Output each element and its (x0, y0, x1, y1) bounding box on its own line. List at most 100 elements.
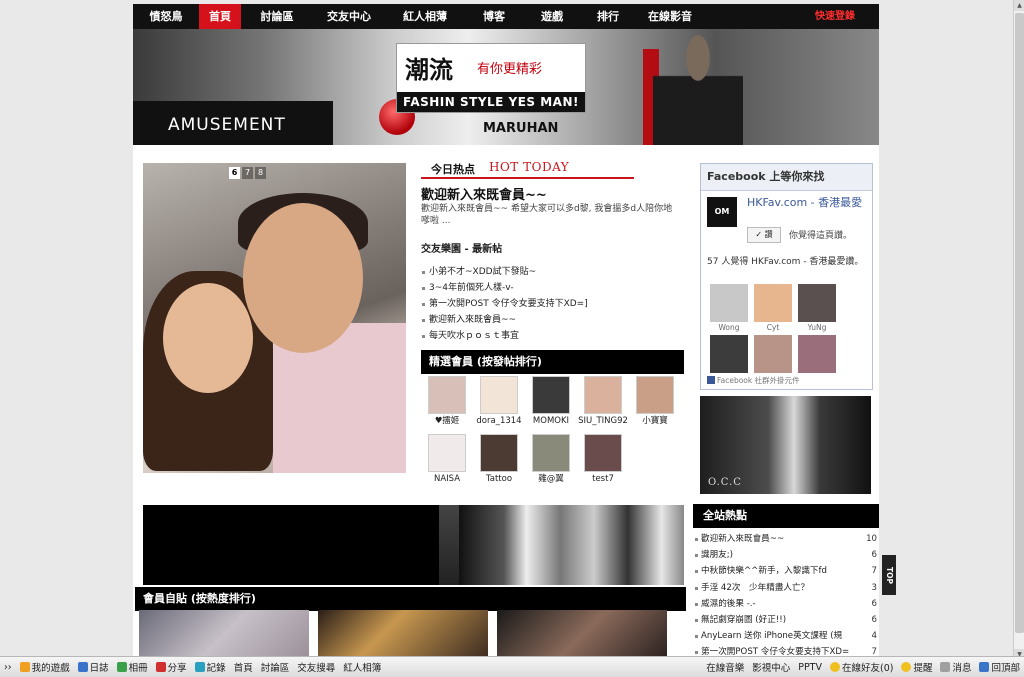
slide-page-button[interactable]: 8 (255, 167, 266, 179)
list-item[interactable]: AnyLearn 送你 iPhone英文課程 (規 4 (693, 628, 877, 644)
list-item[interactable]: 無記劇穿崩圖 (好正!!) 6 (693, 612, 877, 628)
hot-post-title[interactable]: 識朋友;) (701, 547, 863, 563)
member-post-thumbnail[interactable] (139, 610, 309, 660)
avatar[interactable] (428, 376, 466, 414)
avatar[interactable] (428, 434, 466, 472)
toolbar-my-games[interactable]: 我的遊戲 (16, 657, 74, 677)
facebook-page-icon[interactable]: OM (707, 197, 737, 227)
member-name[interactable]: 小寶寶 (629, 414, 681, 428)
hot-post-title[interactable]: 手淫 42次 少年精盡人亡？ (701, 580, 863, 596)
nav-item-dating[interactable]: 交友中心 (313, 4, 385, 29)
list-item[interactable]: 威濕的後果 -.- 6 (693, 596, 877, 612)
hot-post-title[interactable]: 歡迎新入來既會員~~ (701, 531, 863, 547)
toolbar-reminder[interactable]: 提醒 (897, 657, 936, 677)
facebook-fan[interactable] (751, 335, 795, 373)
list-item[interactable]: 中秋節快樂^^新手，入黎識下fd 7 (693, 563, 877, 579)
member-name[interactable]: SIU_TING92 (577, 414, 629, 428)
member-card[interactable]: SIU_TING92 (577, 376, 629, 428)
member-name[interactable]: 雞@翼 (525, 472, 577, 486)
nav-item-home[interactable]: 首頁 (199, 4, 241, 29)
toolbar-messages[interactable]: 消息 (936, 657, 975, 677)
back-to-top-button[interactable]: TOP (882, 555, 896, 595)
fan-name[interactable]: Wong (707, 322, 751, 333)
avatar[interactable] (754, 335, 792, 373)
toolbar-expand-icon[interactable]: ›› (0, 657, 16, 677)
slide-page-button[interactable]: 7 (242, 167, 253, 179)
scroll-up-icon[interactable]: ▲ (1014, 0, 1024, 11)
toolbar-journal[interactable]: 日誌 (74, 657, 113, 677)
member-card[interactable]: dora_1314 (473, 376, 525, 428)
toolbar-record[interactable]: 記錄 (191, 657, 230, 677)
promo-banner[interactable] (143, 505, 684, 585)
hot-post-title[interactable]: 無記劇穿崩圖 (好正!!) (701, 612, 863, 628)
list-item[interactable]: 第一次開POST 令仔令女要支持下XD=] (421, 296, 681, 312)
avatar[interactable] (532, 376, 570, 414)
facebook-fan[interactable]: YuNg (795, 284, 839, 333)
list-item[interactable]: 手淫 42次 少年精盡人亡？ 3 (693, 580, 877, 596)
toolbar-video-link[interactable]: 影視中心 (748, 657, 794, 677)
toolbar-share[interactable]: 分享 (152, 657, 191, 677)
toolbar-online-friends[interactable]: 在線好友(0) (826, 657, 897, 677)
toolbar-pptv-link[interactable]: PPTV (794, 657, 826, 677)
page-scrollbar[interactable]: ▲ ▼ (1013, 0, 1024, 660)
hot-post-title[interactable]: 威濕的後果 -.- (701, 596, 863, 612)
member-name[interactable]: ♥擂姬 (421, 414, 473, 428)
toolbar-back-top[interactable]: 回頂部 (975, 657, 1024, 677)
hot-post-title[interactable]: AnyLearn 送你 iPhone英文課程 (規 (701, 628, 863, 644)
list-item[interactable]: 3~4年前個死人樣-v- (421, 280, 681, 296)
member-name[interactable]: test7 (577, 472, 629, 486)
avatar[interactable] (584, 376, 622, 414)
facebook-fan[interactable]: Wong (707, 284, 751, 333)
avatar[interactable] (710, 335, 748, 373)
member-post-thumbnail[interactable] (318, 610, 488, 660)
member-card[interactable]: ♥擂姬 (421, 376, 473, 428)
list-item[interactable]: 歡迎新入來既會員~~ 10 (693, 531, 877, 547)
hot-post-title[interactable]: 中秋節快樂^^新手，入黎識下fd (701, 563, 863, 579)
toolbar-friend-search-link[interactable]: 交友搜尋 (293, 657, 339, 677)
facebook-page-name[interactable]: HKFav.com - 香港最愛 (747, 196, 867, 209)
fan-name[interactable]: YuNg (795, 322, 839, 333)
avatar[interactable] (710, 284, 748, 322)
toolbar-home-link[interactable]: 首頁 (230, 657, 257, 677)
toolbar-album[interactable]: 相冊 (113, 657, 152, 677)
scrollbar-thumb[interactable] (1015, 13, 1024, 633)
quick-login-link[interactable]: 快速登錄 (815, 4, 855, 29)
hot-today-title[interactable]: 歡迎新入來既會員~~ (421, 184, 547, 203)
list-item[interactable]: 識朋友;) 6 (693, 547, 877, 563)
fan-name[interactable]: Cyt (751, 322, 795, 333)
avatar[interactable] (532, 434, 570, 472)
avatar[interactable] (754, 284, 792, 322)
nav-item-forum[interactable]: 討論區 (241, 4, 313, 29)
avatar[interactable] (480, 434, 518, 472)
nav-item-ranking[interactable]: 排行 (581, 4, 635, 29)
facebook-plugin-link[interactable]: Facebook 社群外掛元件 (707, 375, 800, 386)
toolbar-albums-link[interactable]: 紅人相簿 (339, 657, 385, 677)
list-item[interactable]: 歡迎新入來既會員~~ (421, 312, 681, 328)
member-card[interactable]: Tattoo (473, 434, 525, 486)
featured-photo[interactable]: O.C.C (700, 396, 871, 494)
member-card[interactable]: test7 (577, 434, 629, 486)
toolbar-forum-link[interactable]: 討論區 (257, 657, 294, 677)
avatar[interactable] (636, 376, 674, 414)
member-card[interactable]: 小寶寶 (629, 376, 681, 428)
avatar[interactable] (584, 434, 622, 472)
nav-item-video[interactable]: 在線影音 (635, 4, 705, 29)
member-card[interactable]: 雞@翼 (525, 434, 577, 486)
facebook-fan[interactable]: Cyt (751, 284, 795, 333)
list-item[interactable]: 小弟不才~XDD試下發貼~ (421, 264, 681, 280)
avatar[interactable] (798, 284, 836, 322)
member-card[interactable]: NAISA (421, 434, 473, 486)
member-name[interactable]: dora_1314 (473, 414, 525, 428)
nav-item-angry-birds[interactable]: 憤怒鳥 (133, 4, 199, 29)
member-name[interactable]: MOMOKI (525, 414, 577, 428)
nav-item-games[interactable]: 遊戲 (523, 4, 581, 29)
slide-page-button[interactable]: 6 (229, 167, 240, 179)
featured-slideshow[interactable]: 6 7 8 (143, 163, 406, 473)
list-item[interactable]: 每天吹水ｐｏｓｔ事宜 (421, 328, 681, 344)
member-post-thumbnail[interactable] (497, 610, 667, 660)
facebook-fan[interactable] (707, 335, 751, 373)
nav-item-albums[interactable]: 紅人相薄 (385, 4, 465, 29)
facebook-like-button[interactable]: ✓ 讚 (747, 227, 781, 243)
avatar[interactable] (798, 335, 836, 373)
facebook-fan[interactable] (795, 335, 839, 373)
